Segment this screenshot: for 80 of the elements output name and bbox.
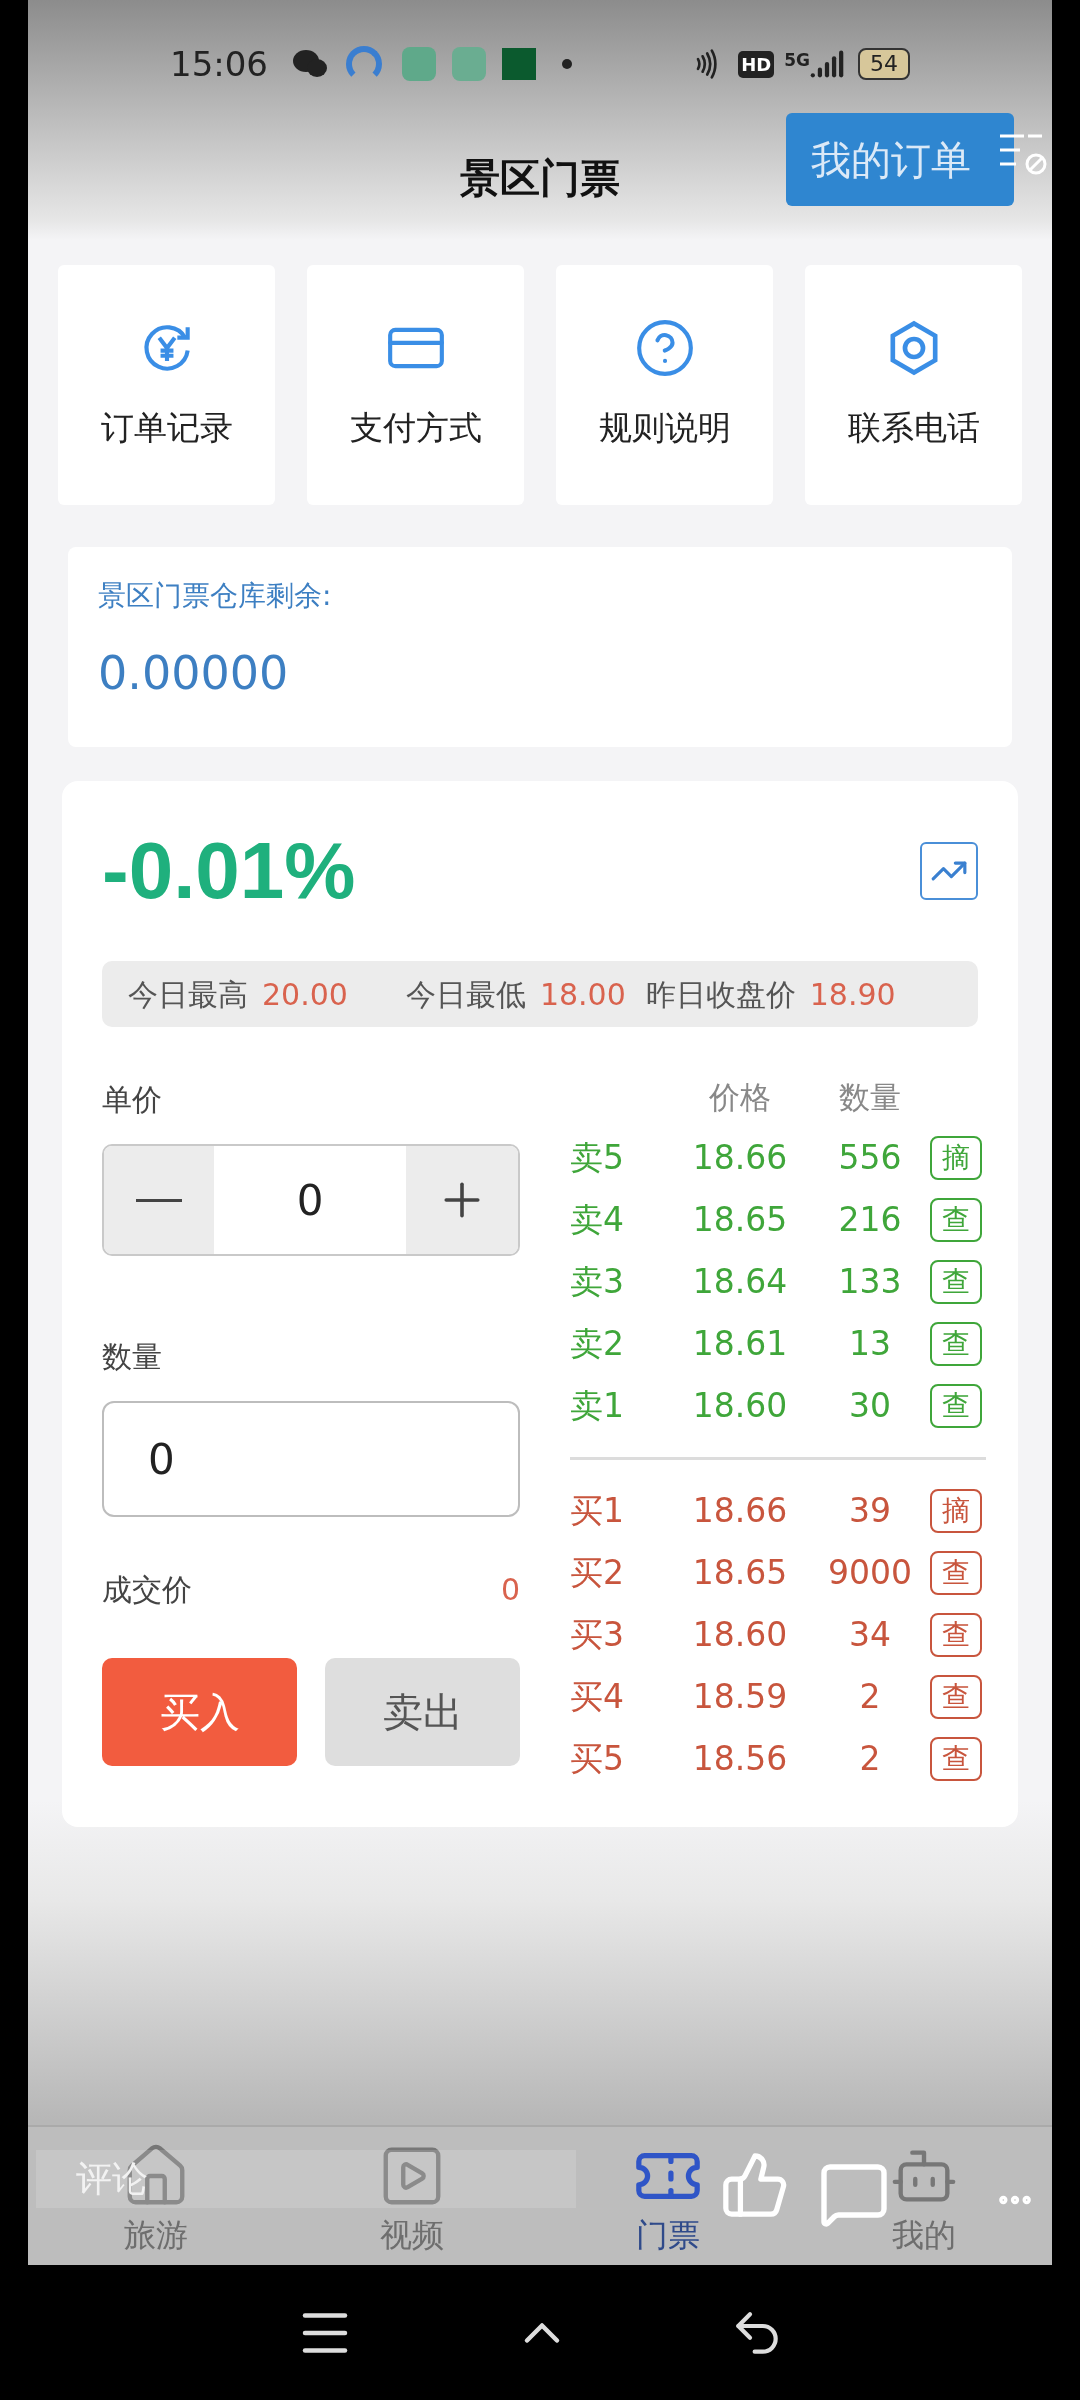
level-label: 买2 <box>570 1552 625 1595</box>
level-label: 卖5 <box>570 1137 625 1180</box>
level-label: 买4 <box>570 1676 625 1719</box>
my-orders-button[interactable]: 我的订单 <box>786 113 1014 206</box>
action-button[interactable]: 查 <box>930 1551 982 1595</box>
plus-button[interactable] <box>406 1146 518 1254</box>
stat-label: 今日最低 <box>405 975 526 1014</box>
quantity-cell-text: 13 <box>848 1323 892 1366</box>
warehouse-label: 景区门票仓库剩余: <box>98 578 332 614</box>
nav-tab-label[interactable]: 我的 <box>892 2211 956 2259</box>
hd-badge: HD <box>738 50 775 78</box>
sell-button[interactable]: 卖出 <box>325 1658 520 1766</box>
app-icon <box>502 48 536 80</box>
change-percent: -0.01% <box>102 825 356 917</box>
price-cell-text: 18.60 <box>691 1614 789 1657</box>
price-cell-text: 18.66 <box>691 1137 789 1180</box>
column-header: 数量 <box>838 1077 902 1117</box>
action-button[interactable]: 查 <box>930 1737 982 1781</box>
price-cell-text: 18.64 <box>691 1261 789 1304</box>
network-label: 5G <box>784 49 810 72</box>
price-cell-text: 18.66 <box>691 1490 789 1533</box>
quantity-cell-text: 39 <box>848 1490 892 1533</box>
level-label: 买3 <box>570 1614 625 1657</box>
level-label: 买5 <box>570 1738 625 1781</box>
stat-value: 18.90 <box>809 975 896 1014</box>
deal-price-label: 成交价 <box>102 1571 192 1609</box>
action-button[interactable]: 查 <box>930 1260 982 1304</box>
nav-tab-label[interactable]: 门票 <box>636 2211 700 2259</box>
action-button[interactable]: 查 <box>930 1384 982 1428</box>
action-button[interactable]: 查 <box>930 1322 982 1366</box>
minus-icon <box>136 1198 182 1202</box>
chat-app-icon <box>292 48 328 80</box>
price-cell-text: 18.65 <box>691 1552 789 1595</box>
field-label: 单价 <box>102 1081 162 1119</box>
field-label: 数量 <box>102 1338 162 1376</box>
price-cell-text: 18.56 <box>691 1738 789 1781</box>
price-cell-text: 18.65 <box>691 1199 789 1242</box>
shortcut-card[interactable]: 支付方式 <box>307 265 524 505</box>
column-header: 价格 <box>708 1077 772 1117</box>
level-label: 卖3 <box>570 1261 625 1304</box>
action-button[interactable]: 摘 <box>930 1136 982 1180</box>
price-stepper[interactable]: 0 <box>102 1144 520 1256</box>
action-button[interactable]: 查 <box>930 1675 982 1719</box>
nav-tab-label[interactable]: 旅游 <box>124 2211 188 2259</box>
shortcut-card[interactable]: 订单记录 <box>58 265 275 505</box>
level-label: 买1 <box>570 1490 625 1533</box>
action-button[interactable]: 摘 <box>930 1489 982 1533</box>
stat-label: 昨日收盘价 <box>645 975 796 1014</box>
quantity-cell-text: 556 <box>837 1137 903 1180</box>
shortcut-card[interactable]: 联系电话 <box>805 265 1022 505</box>
action-button[interactable]: 查 <box>930 1613 982 1657</box>
shortcut-card[interactable]: 规则说明 <box>556 265 773 505</box>
price-cell-text: 18.59 <box>691 1676 789 1719</box>
quantity-cell-text: 30 <box>848 1385 892 1428</box>
quantity-cell-text: 133 <box>837 1261 903 1304</box>
quantity-cell-text: 9000 <box>827 1552 913 1595</box>
chart-button[interactable] <box>920 842 978 900</box>
status-time: 15:06 <box>170 42 268 86</box>
quantity-cell-text: 34 <box>848 1614 892 1657</box>
deal-price-value: 0 <box>500 1571 520 1609</box>
price-cell-text: 18.60 <box>691 1385 789 1428</box>
quantity-cell-text: 216 <box>837 1199 903 1242</box>
stat-value: 18.00 <box>539 975 626 1014</box>
stat-value: 20.00 <box>262 975 348 1014</box>
level-label: 卖2 <box>570 1323 625 1366</box>
quantity-cell-text: 2 <box>858 1676 882 1719</box>
level-label: 卖1 <box>570 1385 625 1428</box>
page-title: 景区门票 <box>460 153 620 203</box>
price-cell-text: 18.61 <box>691 1323 789 1366</box>
buy-button[interactable]: 买入 <box>102 1658 297 1766</box>
app-icon <box>452 47 486 81</box>
battery-indicator: 54 <box>858 48 910 80</box>
warehouse-value: 0.00000 <box>98 645 289 702</box>
quantity-field[interactable]: 0 <box>102 1401 520 1517</box>
action-button[interactable]: 查 <box>930 1198 982 1242</box>
price-value: 0 <box>295 1174 325 1227</box>
stat-label: 今日最高 <box>128 975 248 1014</box>
level-label: 卖4 <box>570 1199 625 1242</box>
quantity-cell-text: 2 <box>858 1738 882 1781</box>
nav-tab-label[interactable]: 视频 <box>380 2211 444 2259</box>
